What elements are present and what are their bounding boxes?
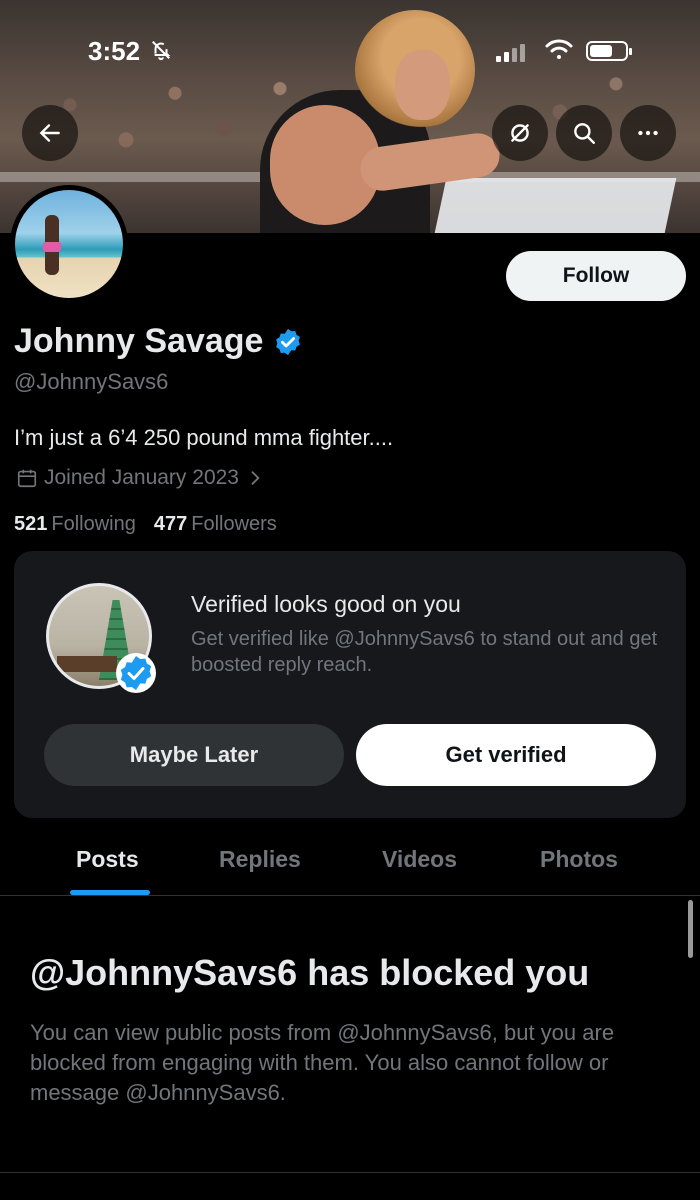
active-tab-indicator (70, 890, 150, 895)
silent-mode-icon (150, 39, 172, 67)
search-button[interactable] (556, 105, 612, 161)
no-notifications-icon (511, 124, 529, 142)
follow-stats: 521 Following 477 Followers (14, 513, 277, 536)
profile-handle: @JohnnySavs6 (14, 369, 169, 394)
more-icon (638, 130, 658, 136)
joined-date-row[interactable]: Joined January 2023 (16, 466, 265, 490)
profile-bio: I’m just a 6’4 250 pound mma fighter.... (14, 425, 394, 450)
scrollbar[interactable] (688, 900, 693, 958)
tab-replies[interactable]: Replies (219, 846, 301, 873)
profile-name: Johnny Savage (14, 322, 264, 360)
tab-videos[interactable]: Videos (382, 846, 457, 873)
search-icon (574, 123, 595, 144)
status-time: 3:52 (88, 36, 141, 66)
profile-avatar[interactable] (10, 185, 128, 303)
battery-icon (586, 41, 632, 61)
calendar-icon (17, 469, 37, 488)
following-link[interactable]: 521 Following (14, 513, 136, 536)
profile-name-row: Johnny Savage (14, 322, 303, 361)
banner-wrestler (260, 10, 503, 233)
tab-photos[interactable]: Photos (540, 846, 618, 873)
cell-signal-icon (496, 40, 530, 62)
back-button[interactable] (22, 105, 78, 161)
joined-date: Joined January 2023 (44, 466, 239, 489)
tab-posts[interactable]: Posts (76, 846, 139, 873)
blocked-title: @JohnnySavs6 has blocked you (30, 952, 590, 993)
promo-title: Verified looks good on you (191, 591, 461, 617)
verified-promo-card: Verified looks good on you Get verified … (14, 551, 686, 818)
back-arrow-icon (39, 124, 60, 142)
follow-button[interactable]: Follow (506, 251, 686, 301)
blocked-description: You can view public posts from @JohnnySa… (30, 1020, 615, 1105)
promo-description: Get verified like @JohnnySavs6 to stand … (191, 628, 658, 676)
bottom-divider (0, 1172, 700, 1173)
chevron-right-icon (251, 471, 260, 485)
get-verified-button[interactable]: Get verified (356, 724, 656, 786)
maybe-later-button[interactable]: Maybe Later (44, 724, 344, 786)
verified-badge-icon[interactable] (273, 327, 303, 357)
profile-tabs: Posts Replies Videos Photos (0, 830, 700, 896)
more-button[interactable] (620, 105, 676, 161)
wifi-icon (544, 36, 574, 62)
verified-check-icon (116, 653, 156, 693)
notifications-button[interactable] (492, 105, 548, 161)
followers-link[interactable]: 477 Followers (154, 513, 277, 536)
